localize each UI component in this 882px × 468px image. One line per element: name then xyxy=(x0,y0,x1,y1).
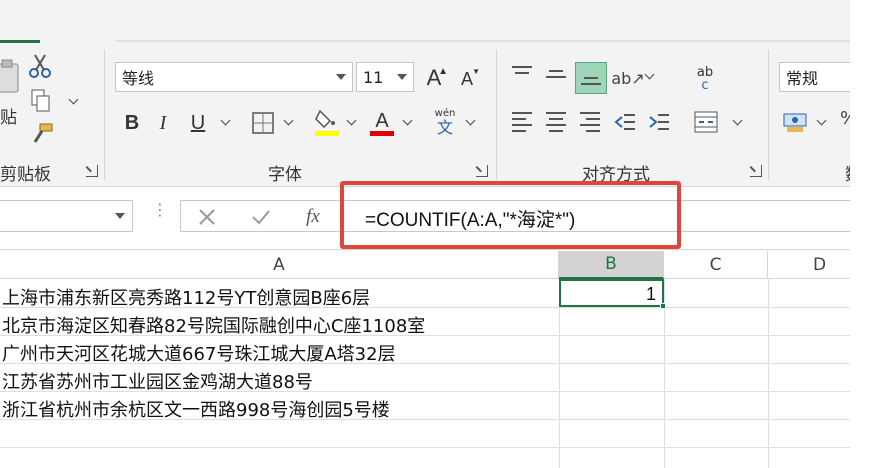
phonetic-top-text: wén xyxy=(434,107,456,119)
orientation-button[interactable]: ab↗ xyxy=(611,64,645,92)
col-line xyxy=(559,279,560,468)
merge-center-icon[interactable] xyxy=(692,108,720,136)
font-name-value: 等线 xyxy=(122,69,155,88)
column-header-b[interactable]: B xyxy=(559,251,664,279)
name-box[interactable] xyxy=(0,200,133,232)
clipboard-group-label: 剪贴板 xyxy=(0,165,51,185)
accounting-format-icon[interactable] xyxy=(782,108,810,136)
increase-indent-icon[interactable] xyxy=(646,108,672,136)
ribbon: 贴 剪贴板 等线 11 A ▲ A ▼ B I U A wén 文 字体 ab↗… xyxy=(0,0,882,187)
number-format-value: 常规 xyxy=(786,69,819,88)
formula-highlight-box xyxy=(340,181,681,249)
font-size-combo[interactable]: 11 xyxy=(356,62,414,92)
underline-icon: U xyxy=(190,111,206,134)
row-line xyxy=(0,447,850,448)
font-color-icon: A xyxy=(370,110,394,136)
col-line xyxy=(768,279,769,468)
orientation-dropdown-chevron[interactable] xyxy=(644,69,655,80)
dropdown-arrow-icon xyxy=(397,74,407,80)
borders-button[interactable] xyxy=(250,110,276,136)
formula-bar-grip-icon[interactable]: ⋮ xyxy=(152,202,168,218)
cut-icon[interactable] xyxy=(28,52,52,80)
align-left-icon[interactable] xyxy=(512,112,532,136)
bold-icon: B xyxy=(124,111,140,134)
ribbon-top-border xyxy=(115,40,850,42)
insert-function-icon[interactable]: fx xyxy=(299,203,327,231)
paste-label[interactable]: 贴 xyxy=(0,103,17,128)
fill-color-dropdown-chevron[interactable] xyxy=(346,115,357,126)
accounting-dropdown-chevron[interactable] xyxy=(816,115,827,126)
divider xyxy=(104,50,105,180)
format-painter-icon[interactable] xyxy=(30,122,54,146)
align-center-icon[interactable] xyxy=(546,112,566,136)
underline-dropdown-chevron[interactable] xyxy=(220,115,231,126)
phonetic-dropdown-chevron[interactable] xyxy=(465,115,476,126)
font-size-dropdown[interactable] xyxy=(391,63,413,91)
cell-b1-value: 1 xyxy=(645,284,656,304)
column-header-c[interactable]: C xyxy=(664,251,768,279)
font-launcher-icon[interactable] xyxy=(476,165,488,177)
borders-icon xyxy=(252,112,274,134)
svg-text:A: A xyxy=(375,110,389,132)
borders-dropdown-chevron[interactable] xyxy=(283,115,294,126)
font-name-combo[interactable]: 等线 xyxy=(115,62,353,92)
font-color-dropdown-chevron[interactable] xyxy=(402,115,413,126)
wrap-text-button[interactable]: ab c xyxy=(688,62,722,96)
cancel-icon[interactable] xyxy=(195,205,219,229)
align-bottom-icon xyxy=(581,77,601,89)
decrease-indent-icon[interactable] xyxy=(612,108,638,136)
enter-icon[interactable] xyxy=(249,205,273,229)
underline-button[interactable]: U xyxy=(184,108,212,138)
bold-button[interactable]: B xyxy=(118,108,146,138)
merge-dropdown-chevron[interactable] xyxy=(732,115,743,126)
cell-a4[interactable]: 江苏省苏州市工业园区金鸡湖大道88号 xyxy=(2,368,313,394)
fill-color-button[interactable] xyxy=(313,106,341,138)
cell-a5[interactable]: 浙江省杭州市余杭区文一西路998号海创园5号楼 xyxy=(2,396,390,422)
column-header-a[interactable]: A xyxy=(0,251,559,279)
align-right-icon[interactable] xyxy=(580,112,600,136)
cell-a2[interactable]: 北京市海淀区知春路82号院国际融创中心C座1108室 xyxy=(2,312,425,338)
divider xyxy=(496,50,497,180)
copy-dropdown-chevron[interactable] xyxy=(68,94,79,105)
shrink-font-button[interactable]: A ▼ xyxy=(454,66,480,92)
fill-bucket-icon xyxy=(315,109,339,136)
font-size-value: 11 xyxy=(363,67,384,87)
formula-buttons: fx xyxy=(180,200,340,232)
wrap-text-bottom: c xyxy=(701,78,709,93)
align-top-icon[interactable] xyxy=(512,66,532,78)
phonetic-bottom-text: 文 xyxy=(436,117,453,137)
right-edge xyxy=(850,0,882,468)
cell-a3[interactable]: 广州市天河区花城大道667号珠江城大厦A塔32层 xyxy=(2,340,396,366)
cell-a1[interactable]: 上海市浦东新区亮秀路112号YT创意园B座6层 xyxy=(2,284,370,310)
font-name-dropdown[interactable] xyxy=(330,63,352,91)
italic-button[interactable]: I xyxy=(150,108,176,138)
fill-handle[interactable] xyxy=(660,303,666,309)
align-bottom-button[interactable] xyxy=(575,62,607,94)
font-color-button[interactable]: A xyxy=(368,106,396,138)
worksheet-grid[interactable]: A B C D 上海市浦东新区亮秀路112号YT创意园B座6层 北京市海淀区知春… xyxy=(0,251,882,468)
divider xyxy=(768,50,769,180)
dropdown-arrow-icon xyxy=(336,74,346,80)
orientation-icon: ab↗ xyxy=(611,68,645,88)
copy-icon[interactable] xyxy=(30,88,52,114)
italic-icon: I xyxy=(159,111,167,134)
active-cell-b1[interactable]: 1 xyxy=(559,279,666,309)
clipboard-launcher-icon[interactable] xyxy=(86,165,98,177)
fx-label: fx xyxy=(306,206,320,227)
active-tab-indicator xyxy=(0,40,40,43)
name-box-dropdown-icon[interactable] xyxy=(115,213,125,219)
phonetic-button[interactable]: wén 文 xyxy=(430,106,460,138)
align-middle-icon[interactable] xyxy=(546,70,566,82)
grow-font-button[interactable]: A ▲ xyxy=(420,64,448,92)
alignment-launcher-icon[interactable] xyxy=(750,165,762,177)
paste-icon[interactable] xyxy=(0,58,22,98)
font-group-label: 字体 xyxy=(268,165,302,185)
